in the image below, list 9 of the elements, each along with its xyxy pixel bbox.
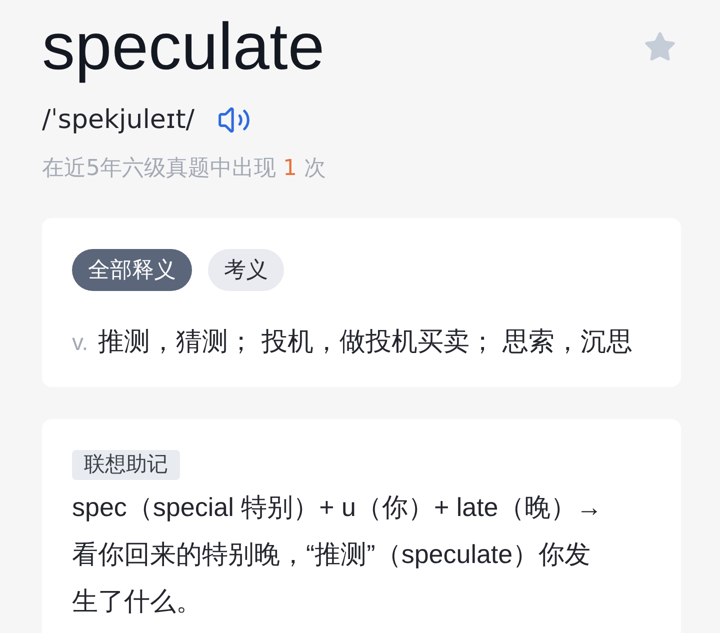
part-of-speech: v.	[72, 329, 88, 356]
exam-frequency-text: 在近5年六级真题中出现 1 次	[42, 155, 326, 183]
phonetic-text: /ˈspekjuleɪt/	[42, 104, 195, 137]
definition-text: 推测，猜测； 投机，做投机买卖； 思索，沉思	[98, 325, 633, 358]
definition-tab[interactable]: 考义	[208, 249, 284, 291]
headword: speculate	[42, 10, 325, 82]
mnemonic-tag: 联想助记	[72, 450, 180, 480]
mnemonic-text: spec（special 特别）+ u（你）+ late（晚）→看你回来的特别晚，“推测”（speculate）你发生了什么。	[72, 491, 603, 618]
definition-tab[interactable]: 全部释义	[72, 249, 192, 291]
